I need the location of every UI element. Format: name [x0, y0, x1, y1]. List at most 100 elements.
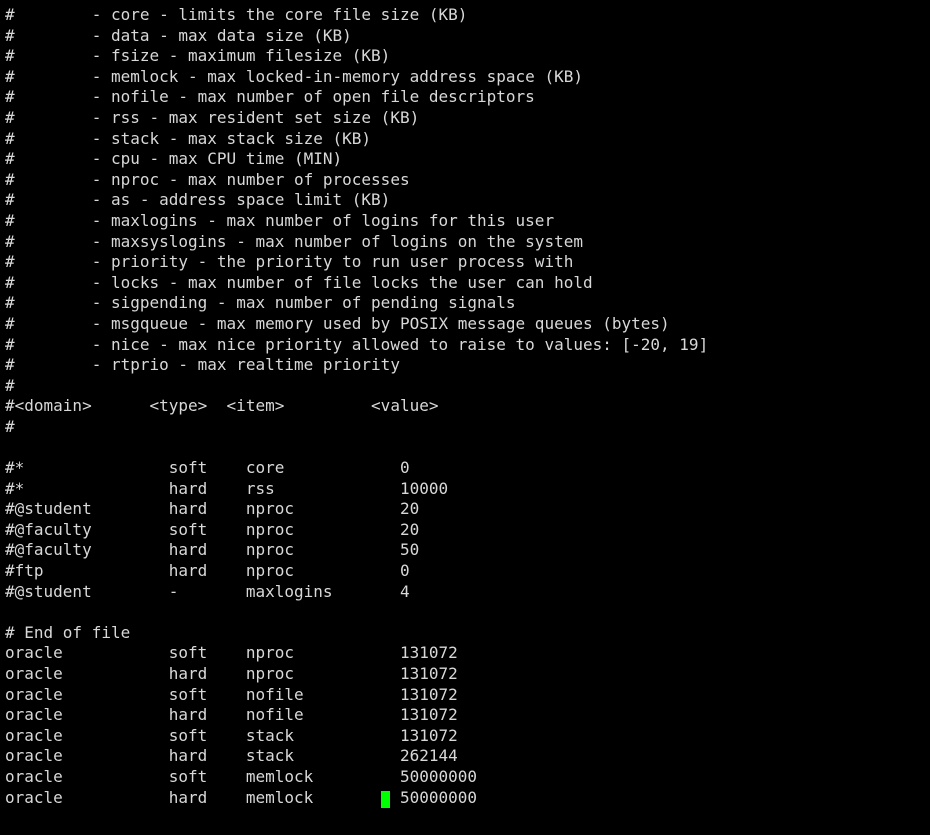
item-cell: stack	[245, 725, 294, 745]
domain-cell: #@faculty	[5, 519, 92, 539]
item-cell: nofile	[245, 684, 304, 704]
type-cell: hard	[168, 561, 208, 581]
item-cell: rss	[245, 478, 275, 498]
comment-line: #	[5, 375, 15, 395]
value-cell: 131072	[399, 643, 458, 663]
commented-limit-row: #* hard rss 10000	[5, 479, 708, 500]
comment-line: # - sigpending - max number of pending s…	[5, 293, 516, 313]
comment-line: # - core - limits the core file size (KB…	[5, 5, 468, 24]
type-cell: hard	[168, 664, 208, 683]
type-cell: hard	[168, 540, 208, 560]
item-cell: nproc	[245, 499, 294, 519]
item-cell: nofile	[245, 705, 304, 725]
value-cell: 20	[399, 499, 420, 519]
type-cell: soft	[168, 766, 208, 786]
header-domain: #<domain>	[5, 396, 92, 416]
limit-row: oracle hard stack 262144	[5, 746, 708, 767]
comment-line: # - rss - max resident set size (KB)	[5, 107, 420, 127]
comment-line: # - nice - max nice priority allowed to …	[5, 334, 709, 354]
item-cell: nproc	[245, 643, 294, 663]
domain-cell: #*	[5, 458, 25, 478]
comment-line: # - fsize - maximum filesize (KB)	[5, 46, 391, 66]
domain-cell: oracle	[5, 766, 63, 786]
limit-row: oracle soft nproc 131072	[5, 643, 708, 664]
domain-cell: oracle	[5, 684, 63, 704]
limit-row: oracle soft stack 131072	[5, 726, 708, 747]
comment-line: #	[5, 416, 15, 436]
comment-line: # - cpu - max CPU time (MIN)	[5, 149, 343, 169]
value-cell: 20	[399, 519, 420, 539]
comment-line: # - data - max data size (KB)	[5, 25, 352, 45]
item-cell: nproc	[245, 664, 294, 683]
commented-limit-row: #* soft core 0	[5, 458, 708, 479]
comment-line: # - nproc - max number of processes	[5, 169, 410, 189]
value-cell: 50000000	[399, 766, 477, 786]
commented-limit-row: #@faculty hard nproc 50	[5, 540, 708, 561]
type-cell: soft	[168, 725, 208, 745]
value-cell: 0	[399, 458, 410, 478]
commented-limit-row: #@student - maxlogins 4	[5, 582, 708, 603]
item-cell: nproc	[245, 540, 294, 560]
type-cell: -	[168, 581, 179, 601]
comment-line: # - maxsyslogins - max number of logins …	[5, 231, 583, 251]
commented-limit-row: #@faculty soft nproc 20	[5, 520, 708, 541]
value-cell: 262144	[399, 746, 458, 766]
header-type: <type>	[149, 396, 208, 416]
type-cell: soft	[168, 458, 208, 478]
domain-cell: oracle	[5, 787, 63, 807]
type-cell: hard	[168, 478, 208, 498]
item-cell: memlock	[245, 766, 314, 786]
comment-line: # - stack - max stack size (KB)	[5, 128, 372, 148]
comment-line: # - locks - max number of file locks the…	[5, 272, 593, 292]
header-line: #<domain> <type> <item> <value>	[5, 396, 708, 417]
value-cell: 131072	[399, 684, 458, 704]
item-cell: stack	[245, 746, 294, 766]
type-cell: hard	[168, 746, 208, 766]
comment-line: # - msgqueue - max memory used by POSIX …	[5, 313, 670, 333]
domain-cell: oracle	[5, 725, 63, 745]
commented-limit-row: #ftp hard nproc 0	[5, 561, 708, 582]
comment-line: # - as - address space limit (KB)	[5, 190, 391, 210]
domain-cell: oracle	[5, 664, 63, 683]
limit-row: oracle hard nofile 131072	[5, 705, 708, 726]
domain-cell: #@student	[5, 581, 92, 601]
terminal[interactable]: # - core - limits the core file size (KB…	[5, 5, 708, 808]
item-cell: maxlogins	[245, 581, 333, 601]
limit-row: oracle hard nproc 131072	[5, 664, 708, 685]
end-of-file-line: # End of file	[5, 622, 131, 642]
limit-row: oracle soft memlock 50000000	[5, 767, 708, 788]
domain-cell: #@student	[5, 499, 92, 519]
type-cell: hard	[168, 705, 208, 725]
item-cell: nproc	[245, 519, 294, 539]
comment-line: # - maxlogins - max number of logins for…	[5, 210, 555, 230]
value-cell: 50	[399, 540, 420, 560]
domain-cell: #*	[5, 478, 25, 498]
value-cell: 10000	[399, 478, 449, 498]
value-cell: 131072	[399, 664, 458, 683]
type-cell: soft	[168, 643, 208, 663]
item-cell: memlock	[245, 787, 314, 807]
domain-cell: oracle	[5, 705, 63, 725]
comment-line: # - memlock - max locked-in-memory addre…	[5, 66, 583, 86]
value-cell: 4	[399, 581, 410, 601]
item-cell: core	[245, 458, 285, 478]
type-cell: soft	[168, 684, 208, 704]
value-cell: 131072	[399, 705, 458, 725]
header-value: <value>	[371, 396, 439, 416]
limit-row: oracle soft nofile 131072	[5, 685, 708, 706]
comment-line: # - nofile - max number of open file des…	[5, 87, 535, 107]
domain-cell: oracle	[5, 643, 63, 663]
commented-limit-row: #@student hard nproc 20	[5, 499, 708, 520]
type-cell: hard	[168, 787, 208, 807]
domain-cell: #ftp	[5, 561, 44, 581]
value-cell: 0	[399, 561, 410, 581]
value-cell: 50000000	[399, 787, 477, 807]
comment-line: # - rtprio - max realtime priority	[5, 355, 400, 375]
domain-cell: #@faculty	[5, 540, 92, 560]
type-cell: hard	[168, 499, 208, 519]
item-cell: nproc	[245, 561, 294, 581]
limit-row: oracle hard memlock 50000000	[5, 788, 708, 809]
header-item: <item>	[226, 396, 285, 416]
